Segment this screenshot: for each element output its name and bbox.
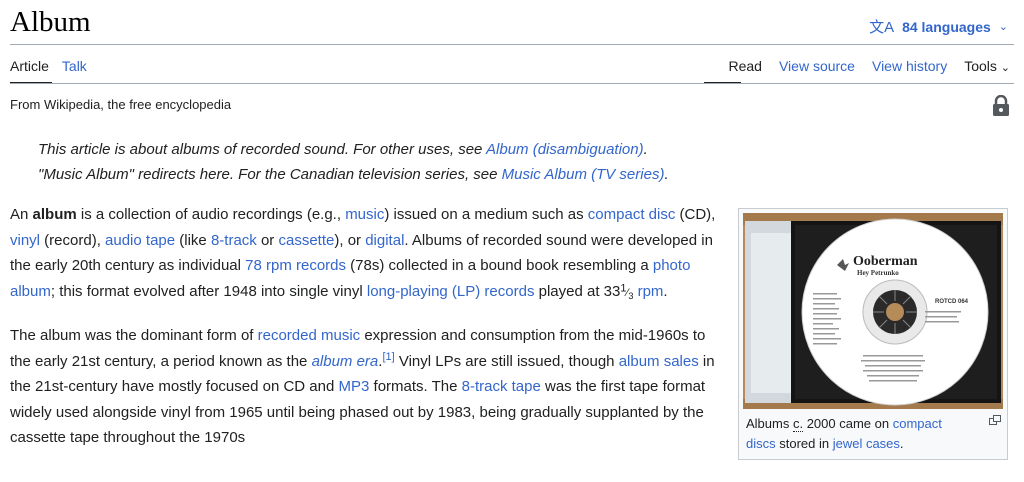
paragraph: The album was the dominant form of recor… (10, 323, 722, 451)
text: formats. The (369, 378, 462, 396)
disc-code: ROTCD 064 (935, 299, 969, 305)
link-jewel-cases[interactable]: jewel cases (833, 436, 900, 451)
text: stored in (775, 436, 833, 451)
text: is a collection of audio recordings (e.g… (76, 206, 346, 223)
text: or (256, 231, 279, 249)
link-compact-disc[interactable]: compact disc (588, 206, 676, 223)
tab-view-source[interactable]: View source (779, 58, 855, 74)
link-album-era[interactable]: album era (312, 353, 379, 370)
hatnote-text: This article is about albums of recorded… (38, 141, 487, 158)
text: . (899, 436, 904, 451)
text: (CD), (675, 206, 716, 223)
link-digital[interactable]: digital (365, 232, 404, 249)
view-tabs: Read View source View history Tools ⌄ (729, 58, 1011, 74)
fraction: 1⁄3 (620, 281, 634, 301)
tab-view-history[interactable]: View history (872, 58, 947, 74)
link-audio-tape[interactable]: audio tape (105, 232, 175, 249)
text: The album was the dominant form of (10, 327, 258, 345)
lock-icon[interactable] (992, 95, 1010, 117)
text: ), or (334, 231, 366, 249)
hatnote-line: "Music Album" redirects here. For the Ca… (38, 162, 669, 187)
tagline: From Wikipedia, the free encyclopedia (10, 97, 232, 112)
link-8-track-tape[interactable]: 8-track tape (462, 378, 541, 395)
text: Albums (746, 416, 793, 431)
hatnote: This article is about albums of recorded… (38, 137, 669, 187)
cd-jewel-case-photo[interactable]: Ooberman Hey Petrunko ROTCD 064 (743, 213, 1003, 409)
infobox-thumbnail: Ooberman Hey Petrunko ROTCD 064 Albums c… (738, 208, 1008, 460)
divider (10, 44, 1014, 45)
text: ; this format evolved after 1948 into si… (50, 282, 367, 300)
tools-label: Tools (964, 58, 997, 74)
hatnote-text: . (643, 141, 648, 158)
link-78-rpm-records[interactable]: 78 rpm records (245, 257, 346, 274)
image-caption: Albums c. 2000 came on compact discs sto… (746, 414, 974, 454)
tab-talk[interactable]: Talk (62, 58, 87, 74)
text: (like (175, 231, 211, 249)
text: Vinyl LPs are still issued, though (394, 352, 619, 370)
tab-read[interactable]: Read (729, 58, 762, 74)
page-title: Album (10, 6, 91, 38)
reference-1[interactable]: [1] (382, 351, 394, 363)
translate-icon: 文A (869, 19, 895, 36)
disc-title: Ooberman (853, 254, 918, 269)
chevron-down-icon: ⌄ (998, 21, 1008, 33)
hatnote-text: . (664, 166, 669, 183)
disc-subtitle: Hey Petrunko (857, 269, 899, 277)
link-music-album-tv[interactable]: Music Album (TV series) (502, 166, 665, 183)
enlarge-icon[interactable] (989, 415, 1001, 425)
link-album-sales[interactable]: album sales (619, 353, 699, 370)
hatnote-text: "Music Album" redirects here. For the Ca… (38, 166, 502, 183)
namespace-tabs: Article Talk (10, 58, 87, 74)
fraction-numerator: 1 (620, 281, 627, 294)
text: 2000 came on (803, 416, 893, 431)
link-8-track[interactable]: 8-track (211, 232, 257, 249)
text: ) issued on a medium such as (384, 206, 588, 223)
text: (78s) collected in a bound book resembli… (346, 257, 653, 274)
link-album-disambiguation[interactable]: Album (disambiguation) (486, 141, 644, 158)
link-lp-records[interactable]: long-playing (LP) records (367, 283, 535, 300)
tools-menu[interactable]: Tools ⌄ (964, 58, 1010, 74)
text: played at 33 (534, 282, 621, 300)
circa-abbreviation: c. (792, 416, 804, 432)
link-recorded-music[interactable]: recorded music (258, 327, 361, 344)
link-vinyl[interactable]: vinyl (10, 232, 40, 249)
languages-label: 84 languages (902, 18, 991, 35)
tab-article[interactable]: Article (10, 58, 49, 74)
divider (10, 83, 1014, 84)
link-music[interactable]: music (345, 206, 384, 223)
bold-term: album (32, 206, 77, 223)
text: An (10, 206, 33, 223)
paragraph: An album is a collection of audio record… (10, 202, 722, 309)
link-mp3[interactable]: MP3 (339, 378, 370, 395)
text: (record), (40, 231, 106, 249)
link-cassette[interactable]: cassette (278, 232, 334, 249)
language-selector[interactable]: 文A 84 languages ⌄ (869, 16, 1008, 37)
hatnote-line: This article is about albums of recorded… (38, 137, 669, 162)
article-body: An album is a collection of audio record… (10, 202, 722, 465)
link-rpm[interactable]: rpm (638, 283, 664, 300)
text: . (663, 282, 668, 300)
chevron-down-icon: ⌄ (1000, 62, 1010, 74)
